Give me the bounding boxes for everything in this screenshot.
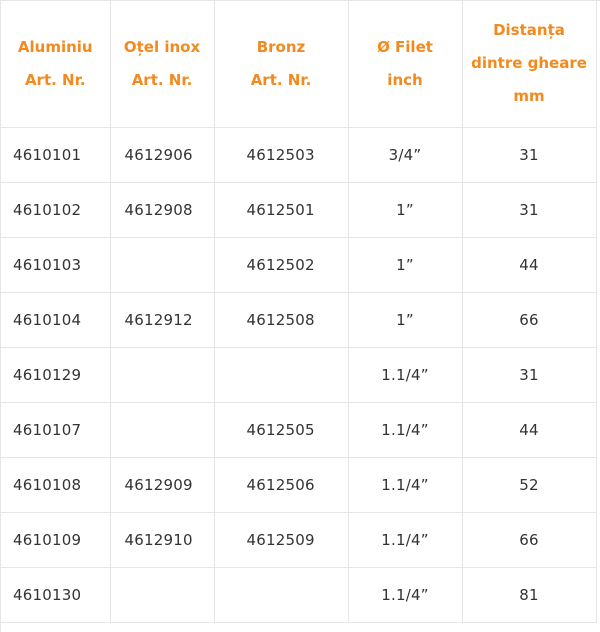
cell-filet: 1” (348, 182, 463, 238)
cell-aluminiu: 4610130 (1, 567, 111, 623)
header-filet: Ø Filet inch (348, 1, 463, 128)
cell-distanta: 31 (462, 127, 597, 183)
product-table: Aluminiu Art. Nr. Oțel inox Art. Nr. Bro… (1, 1, 597, 623)
header-row: Aluminiu Art. Nr. Oțel inox Art. Nr. Bro… (1, 1, 597, 128)
cell-otel-inox: 4612910 (110, 512, 215, 568)
cell-bronz (214, 347, 349, 403)
product-table-container: Aluminiu Art. Nr. Oțel inox Art. Nr. Bro… (0, 0, 600, 632)
cell-aluminiu: 4610129 (1, 347, 111, 403)
cell-distanta: 44 (462, 237, 597, 293)
header-filet-line-2: inch (387, 70, 423, 89)
cell-filet: 1.1/4” (348, 347, 463, 403)
cell-aluminiu: 4610104 (1, 292, 111, 348)
cell-otel-inox (110, 402, 215, 458)
header-otel-inox-line-2: Art. Nr. (131, 70, 193, 89)
cell-otel-inox (110, 347, 215, 403)
header-filet-line-1: Ø Filet (377, 37, 433, 56)
table-row: 4610109 4612910 4612509 1.1/4” 66 (1, 512, 597, 568)
table-row: 4610130 1.1/4” 81 (1, 567, 597, 623)
table-row: 4610108 4612909 4612506 1.1/4” 52 (1, 457, 597, 513)
table-row: 4610129 1.1/4” 31 (1, 347, 597, 403)
cell-filet: 1.1/4” (348, 567, 463, 623)
header-bronz-line-2: Art. Nr. (250, 70, 312, 89)
cell-otel-inox (110, 567, 215, 623)
cell-aluminiu: 4610101 (1, 127, 111, 183)
cell-bronz: 4612503 (214, 127, 349, 183)
cell-distanta: 66 (462, 292, 597, 348)
cell-bronz (214, 567, 349, 623)
cell-aluminiu: 4610107 (1, 402, 111, 458)
cell-filet: 1.1/4” (348, 402, 463, 458)
cell-filet: 1.1/4” (348, 457, 463, 513)
cell-bronz: 4612508 (214, 292, 349, 348)
cell-filet: 1” (348, 292, 463, 348)
cell-distanta: 31 (462, 347, 597, 403)
cell-distanta: 31 (462, 182, 597, 238)
cell-filet: 1.1/4” (348, 512, 463, 568)
header-bronz: Bronz Art. Nr. (214, 1, 349, 128)
cell-filet: 1” (348, 237, 463, 293)
cell-bronz: 4612501 (214, 182, 349, 238)
cell-distanta: 52 (462, 457, 597, 513)
table-row: 4610103 4612502 1” 44 (1, 237, 597, 293)
table-row: 4610107 4612505 1.1/4” 44 (1, 402, 597, 458)
header-aluminiu: Aluminiu Art. Nr. (1, 1, 111, 128)
cell-distanta: 66 (462, 512, 597, 568)
header-distanta-line-3: mm (513, 87, 545, 106)
cell-distanta: 44 (462, 402, 597, 458)
cell-otel-inox: 4612906 (110, 127, 215, 183)
table-row: 4610101 4612906 4612503 3/4” 31 (1, 127, 597, 183)
header-bronz-line-1: Bronz (256, 37, 306, 56)
cell-filet: 3/4” (348, 127, 463, 183)
cell-otel-inox: 4612909 (110, 457, 215, 513)
table-row: 4610102 4612908 4612501 1” 31 (1, 182, 597, 238)
cell-bronz: 4612506 (214, 457, 349, 513)
header-otel-inox-line-1: Oțel inox (123, 37, 201, 56)
cell-bronz: 4612502 (214, 237, 349, 293)
cell-aluminiu: 4610108 (1, 457, 111, 513)
header-distanta-line-2: dintre gheare (471, 54, 587, 73)
cell-aluminiu: 4610102 (1, 182, 111, 238)
cell-aluminiu: 4610109 (1, 512, 111, 568)
cell-otel-inox: 4612912 (110, 292, 215, 348)
header-otel-inox: Oțel inox Art. Nr. (110, 1, 215, 128)
cell-otel-inox (110, 237, 215, 293)
header-aluminiu-line-1: Aluminiu (17, 37, 93, 56)
header-aluminiu-line-2: Art. Nr. (24, 70, 86, 89)
table-row: 4610104 4612912 4612508 1” 66 (1, 292, 597, 348)
header-distanta: Distanța dintre gheare mm (462, 1, 597, 128)
cell-distanta: 81 (462, 567, 597, 623)
header-distanta-line-1: Distanța (493, 21, 565, 40)
cell-otel-inox: 4612908 (110, 182, 215, 238)
cell-bronz: 4612509 (214, 512, 349, 568)
cell-bronz: 4612505 (214, 402, 349, 458)
cell-aluminiu: 4610103 (1, 237, 111, 293)
